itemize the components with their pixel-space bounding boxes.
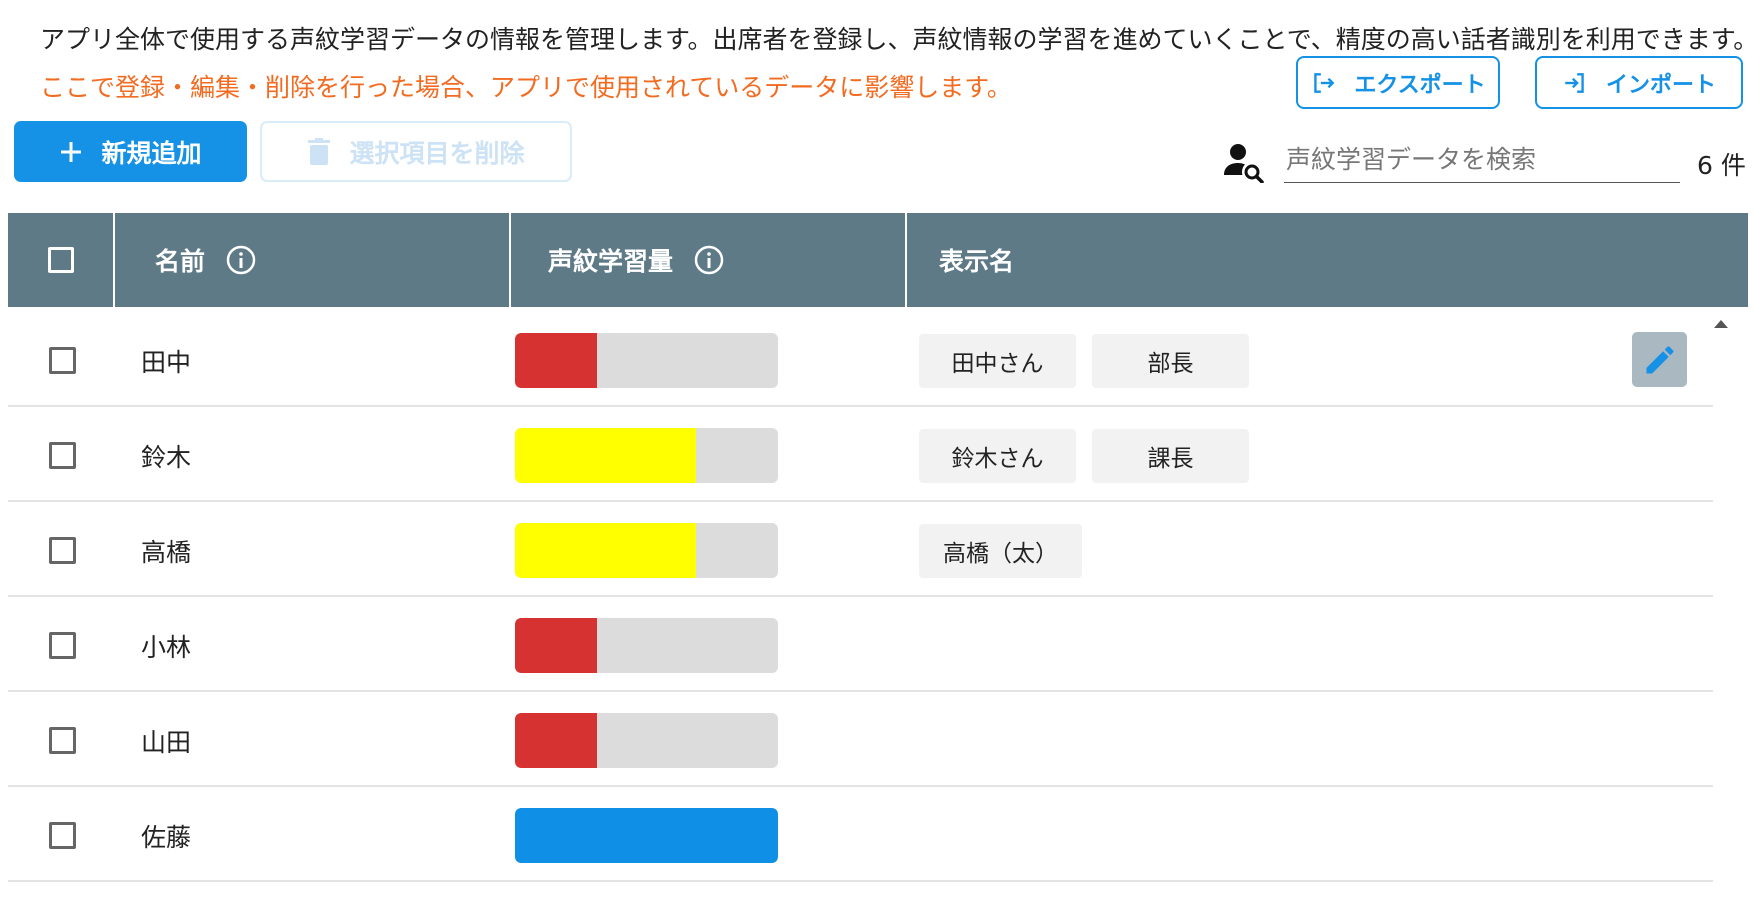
export-icon <box>1314 72 1335 93</box>
export-label: エクスポート <box>1354 72 1486 98</box>
display-name-chip: 田中さん <box>919 334 1076 388</box>
table-row[interactable]: 田中 田中さん 部長 <box>8 312 1713 407</box>
learning-level-fill <box>515 808 778 863</box>
table-row[interactable]: 佐藤 <box>8 787 1713 882</box>
learning-level-fill <box>515 713 597 768</box>
table-row[interactable]: 山田 <box>8 692 1713 787</box>
row-checkbox[interactable] <box>49 442 76 469</box>
learning-level-bar <box>515 713 778 768</box>
row-name: 山田 <box>141 728 192 757</box>
learning-level-bar <box>515 808 778 863</box>
import-icon <box>1565 72 1584 93</box>
warning-text: ここで登録・編集・削除を行った場合、アプリで使用されているデータに影響します。 <box>40 73 1012 102</box>
table-row[interactable]: 高橋 高橋（太） <box>8 502 1713 597</box>
info-icon[interactable] <box>225 244 257 276</box>
display-name-chip: 部長 <box>1092 334 1249 388</box>
page-description: アプリ全体で使用する声紋学習データの情報を管理します。出席者を登録し、声紋情報の… <box>40 25 1756 54</box>
row-name: 高橋 <box>141 538 192 567</box>
table-row[interactable]: 小林 <box>8 597 1713 692</box>
row-name: 鈴木 <box>141 443 192 472</box>
header-amount-label: 声紋学習量 <box>548 247 674 276</box>
learning-level-bar <box>515 523 778 578</box>
header-name[interactable]: 名前 <box>115 213 511 307</box>
select-all-checkbox[interactable] <box>47 247 74 273</box>
row-checkbox[interactable] <box>49 727 76 754</box>
display-name-chips: 鈴木さん 課長 <box>919 429 1249 483</box>
search-input[interactable] <box>1284 136 1680 183</box>
person-search-icon <box>1224 144 1264 183</box>
learning-level-fill <box>515 428 697 483</box>
header-amount[interactable]: 声紋学習量 <box>511 213 907 307</box>
header-display-label: 表示名 <box>939 247 1015 276</box>
row-checkbox[interactable] <box>49 537 76 564</box>
table-row[interactable]: 鈴木 鈴木さん 課長 <box>8 407 1713 502</box>
row-name: 田中 <box>141 348 192 377</box>
info-icon[interactable] <box>693 244 725 276</box>
display-name-chip: 課長 <box>1092 429 1249 483</box>
add-new-label: 新規追加 <box>101 138 202 168</box>
export-button[interactable]: エクスポート <box>1296 56 1500 109</box>
pencil-icon <box>1646 345 1674 373</box>
add-new-button[interactable]: 新規追加 <box>14 121 247 182</box>
result-count: 6 件 <box>1697 151 1746 180</box>
table-body: 田中 田中さん 部長鈴木 鈴木さん 課長高橋 高橋（太） 小林山田佐藤 <box>8 312 1713 882</box>
row-checkbox[interactable] <box>49 347 76 374</box>
plus-icon <box>61 141 82 162</box>
learning-level-bar <box>515 333 778 388</box>
display-name-chip: 高橋（太） <box>919 524 1082 578</box>
display-name-chips: 田中さん 部長 <box>919 334 1249 388</box>
delete-selected-button[interactable]: 選択項目を削除 <box>260 121 572 182</box>
table-header: 名前 声紋学習量 表示名 <box>8 213 1748 307</box>
display-name-chips: 高橋（太） <box>919 524 1082 578</box>
row-checkbox[interactable] <box>49 822 76 849</box>
learning-level-fill <box>515 618 597 673</box>
delete-selected-label: 選択項目を削除 <box>349 138 525 168</box>
header-display[interactable]: 表示名 <box>907 213 1748 307</box>
display-name-chip: 鈴木さん <box>919 429 1076 483</box>
import-label: インポート <box>1605 72 1716 98</box>
trash-icon <box>308 137 331 165</box>
import-button[interactable]: インポート <box>1535 56 1743 109</box>
learning-level-bar <box>515 618 778 673</box>
learning-level-fill <box>515 333 597 388</box>
row-checkbox[interactable] <box>49 632 76 659</box>
row-name: 小林 <box>141 633 192 662</box>
header-name-label: 名前 <box>155 247 206 276</box>
row-name: 佐藤 <box>141 823 192 852</box>
edit-button[interactable] <box>1632 332 1687 387</box>
header-checkbox-cell <box>8 213 115 307</box>
scroll-up-arrow[interactable] <box>1714 320 1728 328</box>
learning-level-fill <box>515 523 697 578</box>
learning-level-bar <box>515 428 778 483</box>
